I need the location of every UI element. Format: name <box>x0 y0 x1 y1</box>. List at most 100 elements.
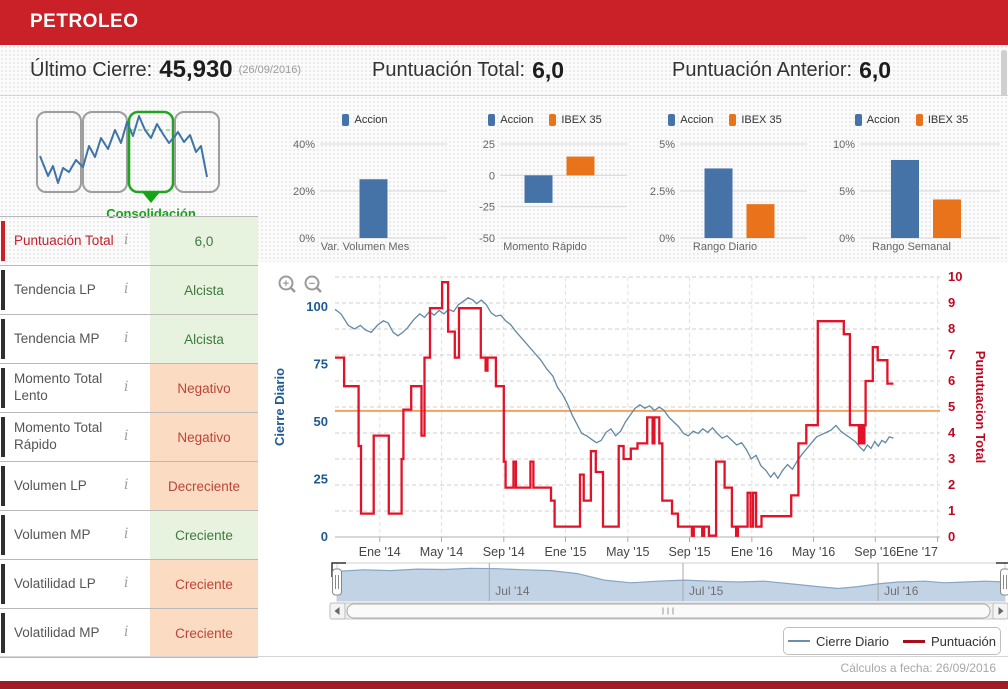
left-tick-label: 75 <box>314 357 328 372</box>
y-tick-label: 10% <box>833 139 855 151</box>
table-row-label: Volumen LP <box>14 477 87 493</box>
last-close-label: Último Cierre: <box>30 58 153 81</box>
mini-chart-momento_rapido: 25 0 -25 -50 Accion IBEX 35 Momento Rápido <box>455 110 635 260</box>
x-tick-label: Ene '15 <box>544 545 586 559</box>
x-tick-label: Ene '16 <box>731 545 773 559</box>
info-icon[interactable]: i <box>124 428 138 446</box>
table-row: Momento Total Rápido i Negativo <box>0 413 258 462</box>
row-accent <box>1 466 5 506</box>
left-tick-label: 100 <box>306 299 328 314</box>
page-header: PETROLEO <box>0 0 1008 45</box>
bar-ibex-35[interactable] <box>933 199 961 238</box>
y-tick-label: -25 <box>479 202 495 214</box>
legend-item[interactable]: Accion <box>854 114 900 126</box>
legend-label: Cierre Diario <box>815 633 889 649</box>
right-tick-label: 3 <box>948 451 955 466</box>
x-tick-label: Sep '16 <box>854 545 896 559</box>
info-icon[interactable]: i <box>124 330 138 348</box>
score-table: Puntuación Total i 6,0 Tendencia LP i Alcista… <box>0 216 258 658</box>
series-puntuacion[interactable] <box>335 281 894 537</box>
left-tick-label: 0 <box>321 529 328 544</box>
row-accent <box>1 221 5 261</box>
table-row-label: Momento Total Lento <box>14 371 103 403</box>
series-swatch-icon <box>854 114 862 126</box>
main-chart: Ene '14 May '14 Sep '14 Ene '15 May '15 Sep '… <box>262 262 1008 622</box>
table-row-value: Alcista <box>150 266 258 314</box>
navigator-handle-right[interactable] <box>1000 568 1008 596</box>
x-tick-label: Sep '15 <box>669 545 711 559</box>
table-row: Volumen MP i Creciente <box>0 511 258 560</box>
series-swatch-icon <box>668 114 676 126</box>
prev-score-value: 6,0 <box>859 56 892 83</box>
mini-chart-rango_semanal: 10% 5% 0% Accion IBEX 35 Rango Semanal <box>815 110 1008 260</box>
prev-score-label: Puntuación Anterior: <box>672 58 853 81</box>
navigator-label: Jul '14 <box>495 584 530 598</box>
info-icon[interactable]: i <box>124 477 138 495</box>
y-tick-label: 5% <box>839 186 855 198</box>
mini-chart-title: Rango Semanal <box>872 241 951 253</box>
legend-item[interactable]: IBEX 35 <box>549 114 602 126</box>
y-tick-label: 2.5% <box>650 186 675 198</box>
right-tick-label: 10 <box>948 269 962 284</box>
mini-chart-svg: 250-25-50 <box>479 139 627 245</box>
total-score-value: 6,0 <box>532 56 565 83</box>
info-icon[interactable]: i <box>124 232 138 250</box>
right-tick-label: 4 <box>948 425 956 440</box>
scrollbar-left-arrow[interactable] <box>329 602 346 620</box>
table-row-label: Tendencia LP <box>14 281 96 297</box>
footer-divider <box>0 656 1008 657</box>
bar-accion[interactable] <box>891 159 919 238</box>
bar-accion[interactable] <box>359 179 388 238</box>
bar-ibex-35[interactable] <box>746 204 775 238</box>
mini-chart-title: Rango Diario <box>692 241 758 253</box>
info-icon[interactable]: i <box>124 526 138 544</box>
row-accent <box>1 319 5 359</box>
legend-item-cierre-diario[interactable]: Cierre Diario <box>787 633 889 649</box>
bar-ibex-35[interactable] <box>566 156 595 176</box>
right-tick-label: 7 <box>948 347 955 362</box>
table-row: Volatilidad LP i Creciente <box>0 560 258 609</box>
zoom-in-icon[interactable]: + <box>278 275 296 293</box>
mini-chart-rango_diario: 5% 2.5% 0% Accion IBEX 35 Rango Diario <box>635 110 815 260</box>
table-row: Momento Total Lento i Negativo <box>0 364 258 413</box>
x-tick-label: Ene '14 <box>359 545 401 559</box>
total-score-block: Puntuación Total: 6,0 <box>372 45 564 95</box>
zoom-out-icon[interactable]: − <box>304 275 322 293</box>
table-row-label: Tendencia MP <box>14 330 100 346</box>
last-close-date: (26/09/2016) <box>238 64 302 76</box>
scrollbar-right-arrow[interactable] <box>992 602 1008 620</box>
x-tick-label: May '16 <box>792 545 835 559</box>
legend-item[interactable]: IBEX 35 <box>915 114 968 126</box>
row-accent <box>1 270 5 310</box>
table-row-value: 6,0 <box>150 217 258 265</box>
mini-chart-var_volumen_mes: 40% 20% 0% Accion Var. Volumen Mes <box>275 110 455 260</box>
legend-item[interactable]: IBEX 35 <box>729 114 782 126</box>
legend-item-puntuacion[interactable]: Puntuación <box>902 634 996 649</box>
bar-accion[interactable] <box>524 175 553 203</box>
series-swatch-icon <box>549 114 557 126</box>
info-icon[interactable]: i <box>124 281 138 299</box>
row-accent <box>1 417 5 457</box>
info-icon[interactable]: i <box>124 624 138 642</box>
table-row-value: Negativo <box>150 364 258 412</box>
legend-item[interactable]: Accion <box>342 114 388 126</box>
info-icon[interactable]: i <box>124 379 138 397</box>
legend-item[interactable]: Accion <box>668 114 713 126</box>
total-score-label: Puntuación Total: <box>372 58 526 81</box>
row-accent <box>1 368 5 408</box>
petroleo-dashboard: PETROLEO Último Cierre: 45,930 (26/09/20… <box>0 0 1008 689</box>
table-row-value: Creciente <box>150 560 258 608</box>
info-icon[interactable]: i <box>124 575 138 593</box>
table-row: Tendencia LP i Alcista <box>0 266 258 315</box>
mini-chart-svg: 5%2.5%0% <box>650 139 807 245</box>
bar-accion[interactable] <box>704 168 733 238</box>
table-row-value: Alcista <box>150 315 258 363</box>
series-cierre-diario[interactable] <box>334 297 894 480</box>
market-phase-widget <box>36 110 222 206</box>
prev-score-block: Puntuación Anterior: 6,0 <box>672 45 891 95</box>
navigator-handle-left[interactable] <box>332 568 342 596</box>
series-swatch-icon <box>342 114 350 126</box>
legend-item[interactable]: Accion <box>488 114 533 126</box>
mini-chart-legend: Accion IBEX 35 <box>815 114 1008 126</box>
footer-date-note: Cálculos a fecha: 26/09/2016 <box>840 661 996 675</box>
